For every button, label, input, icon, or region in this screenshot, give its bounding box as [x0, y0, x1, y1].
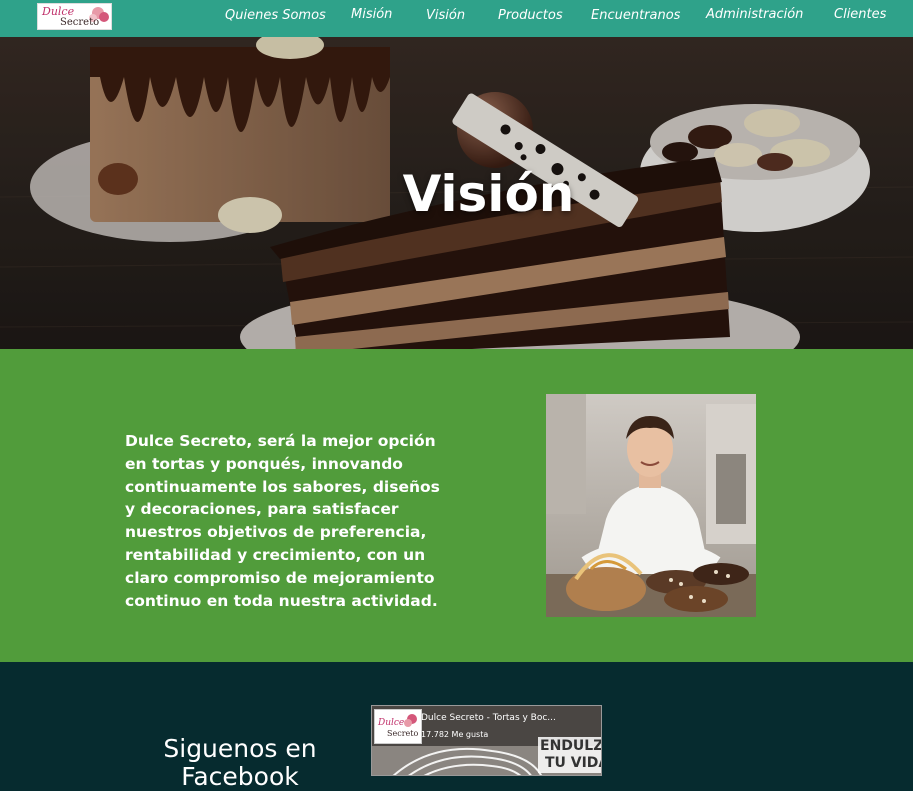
- vision-section: Dulce Secreto, será la mejor opción en t…: [0, 349, 913, 662]
- top-navbar: Dulce Secreto Quienes Somos Misión Visió…: [0, 0, 913, 37]
- facebook-like-count: 17.782 Me gusta: [421, 730, 489, 739]
- nav-item-clientes[interactable]: Clientes: [834, 7, 886, 22]
- facebook-slogan-line-2: TU VIDA: [544, 755, 601, 771]
- facebook-cover-slogan: ENDULZA TU VIDA: [538, 737, 601, 773]
- footer-section: Siguenos en Facebook Dulce Secreto Dulce…: [0, 662, 913, 791]
- vision-statement: Dulce Secreto, será la mejor opción en t…: [125, 432, 440, 610]
- svg-text:Secreto: Secreto: [387, 729, 418, 738]
- nav-item-productos[interactable]: Productos: [498, 8, 563, 23]
- nav-item-quienes-somos[interactable]: Quienes Somos: [225, 8, 326, 23]
- page-title: Visión: [402, 165, 575, 223]
- nav-item-encuentranos[interactable]: Encuentranos: [591, 8, 680, 23]
- hero-banner: Visión: [0, 37, 913, 349]
- brand-line-2: Secreto: [60, 17, 100, 28]
- facebook-page-name[interactable]: Dulce Secreto - Tortas y Boc...: [421, 713, 556, 723]
- nav-item-vision[interactable]: Visión: [426, 8, 465, 23]
- facebook-page-logo: Dulce Secreto: [374, 709, 422, 744]
- follow-facebook-heading: Siguenos en Facebook: [163, 734, 317, 791]
- brand-logo[interactable]: Dulce Secreto: [37, 3, 112, 30]
- svg-text:Dulce: Dulce: [377, 718, 404, 728]
- facebook-slogan-line-1: ENDULZA: [540, 738, 601, 754]
- facebook-page-widget[interactable]: Dulce Secreto Dulce Secreto - Tortas y B…: [371, 705, 602, 776]
- nav-item-administracion[interactable]: Administración: [706, 7, 803, 22]
- nav-item-mision[interactable]: Misión: [351, 7, 392, 22]
- chef-photo: [546, 394, 756, 617]
